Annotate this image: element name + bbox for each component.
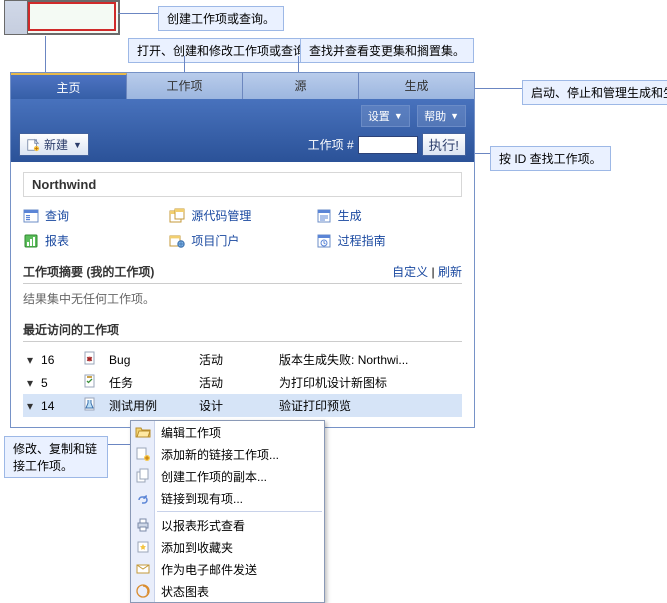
callout-find-changes: 查找并查看变更集和搁置集。 [300, 38, 474, 63]
link-icon [135, 490, 151, 506]
callout-modify-copy: 修改、复制和链接工作项。 [4, 436, 108, 478]
separator [157, 511, 322, 512]
new-item-icon [26, 138, 40, 152]
source-control-icon [169, 208, 185, 224]
link-process-guide[interactable]: 过程指南 [316, 232, 462, 249]
recent-table: ▾ 16 Bug 活动 版本生成失败: Northwi... ▾ 5 任务 活动… [23, 348, 462, 417]
link-refresh[interactable]: 刷新 [438, 265, 462, 279]
ctx-edit-workitem[interactable]: 编辑工作项 [131, 421, 324, 443]
query-icon [23, 208, 39, 224]
testcase-icon [82, 396, 98, 412]
workitem-id-label: 工作项 # [308, 136, 354, 153]
link-reports[interactable]: 报表 [23, 232, 169, 249]
email-icon [135, 561, 151, 577]
printer-icon [135, 517, 151, 533]
reports-icon [23, 233, 39, 249]
team-explorer-panel: 主页 工作项 源 生成 设置▼ 帮助▼ 新建 ▼ 工作项 # 执行! North… [10, 72, 475, 428]
tab-home[interactable]: 主页 [11, 73, 127, 99]
build-icon [316, 208, 332, 224]
ctx-copy-workitem[interactable]: 创建工作项的副本... [131, 465, 324, 487]
link-query[interactable]: 查询 [23, 207, 169, 224]
copy-icon [135, 468, 151, 484]
summary-empty: 结果集中无任何工作项。 [23, 290, 462, 307]
tab-builds[interactable]: 生成 [359, 73, 474, 99]
add-link-icon [135, 446, 151, 462]
ctx-add-favorite[interactable]: 添加到收藏夹 [131, 536, 324, 558]
workitem-id-input[interactable] [358, 136, 418, 154]
chevron-down-icon[interactable]: ▾ [23, 348, 37, 371]
recent-title: 最近访问的工作项 [23, 321, 462, 342]
ctx-add-linked[interactable]: 添加新的链接工作项... [131, 443, 324, 465]
tab-bar: 主页 工作项 源 生成 [11, 73, 474, 99]
portal-icon [169, 233, 185, 249]
tab-source[interactable]: 源 [243, 73, 359, 99]
process-guide-icon [316, 233, 332, 249]
context-menu: 编辑工作项 添加新的链接工作项... 创建工作项的副本... 链接到现有项...… [130, 420, 325, 603]
project-title: Northwind [23, 172, 462, 197]
link-source-control[interactable]: 源代码管理 [169, 207, 315, 224]
callout-find-by-id: 按 ID 查找工作项。 [490, 146, 611, 171]
chevron-down-icon[interactable]: ▾ [23, 371, 37, 394]
link-portal[interactable]: 项目门户 [169, 232, 315, 249]
ctx-link-existing[interactable]: 链接到现有项... [131, 487, 324, 509]
settings-menu[interactable]: 设置▼ [361, 105, 410, 127]
link-build[interactable]: 生成 [316, 207, 462, 224]
callout-open-edit: 打开、创建和修改工作项或查询。 [128, 38, 326, 63]
bug-icon [82, 350, 98, 366]
header-bar: 设置▼ 帮助▼ 新建 ▼ 工作项 # 执行! [11, 99, 474, 162]
table-row[interactable]: ▾ 16 Bug 活动 版本生成失败: Northwi... [23, 348, 462, 371]
overview-thumbnail [4, 0, 120, 35]
help-menu[interactable]: 帮助▼ [417, 105, 466, 127]
new-button[interactable]: 新建 ▼ [19, 133, 89, 156]
table-row[interactable]: ▾ 5 任务 活动 为打印机设计新图标 [23, 371, 462, 394]
callout-create-workitem: 创建工作项或查询。 [158, 6, 284, 31]
state-chart-icon [135, 583, 151, 599]
summary-title: 工作项摘要 (我的工作项) [23, 263, 154, 280]
folder-open-icon [135, 424, 151, 440]
chevron-down-icon[interactable]: ▾ [23, 394, 37, 417]
table-row[interactable]: ▾ 14 测试用例 设计 验证打印预览 [23, 394, 462, 417]
content-area: Northwind 查询 源代码管理 生成 报表 项目门户 [11, 162, 474, 427]
task-icon [82, 373, 98, 389]
ctx-state-chart[interactable]: 状态图表 [131, 580, 324, 602]
link-customize[interactable]: 自定义 [392, 265, 428, 279]
callout-manage-builds: 启动、停止和管理生成和生成质量。 [522, 80, 667, 105]
tab-workitems[interactable]: 工作项 [127, 73, 243, 99]
favorite-icon [135, 539, 151, 555]
go-button[interactable]: 执行! [422, 133, 466, 156]
ctx-view-as-report[interactable]: 以报表形式查看 [131, 514, 324, 536]
ctx-send-email[interactable]: 作为电子邮件发送 [131, 558, 324, 580]
